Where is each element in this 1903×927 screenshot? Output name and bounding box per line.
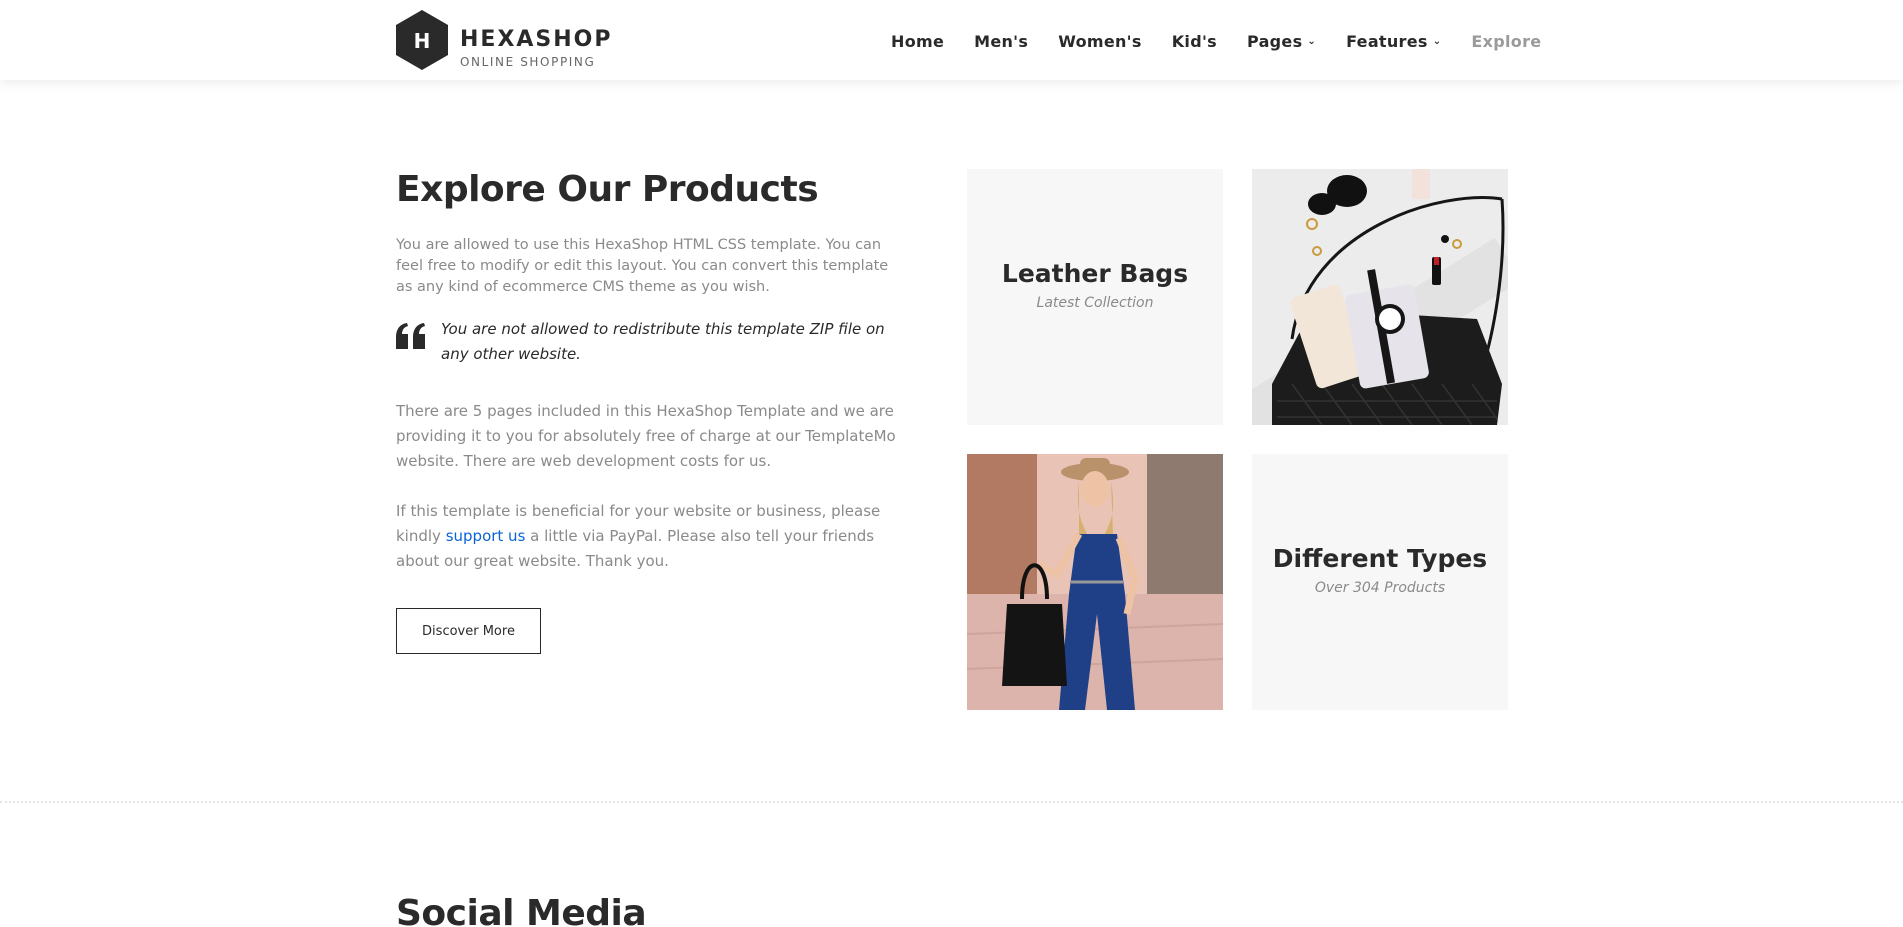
nav-features-label: Features	[1346, 31, 1428, 51]
social-media-title: Social Media	[396, 893, 647, 927]
nav-pages[interactable]: Pages ⌄	[1247, 32, 1316, 51]
nav-womens[interactable]: Women's	[1058, 32, 1142, 51]
bag-flatlay-image	[1252, 169, 1508, 425]
nav-kids[interactable]: Kid's	[1172, 32, 1217, 51]
quote-icon	[396, 323, 426, 351]
site-logo[interactable]: H HEXASHOP ONLINE SHOPPING	[396, 10, 611, 70]
leather-bags-tile[interactable]: Leather Bags Latest Collection	[967, 169, 1223, 425]
nav-home[interactable]: Home	[891, 32, 944, 51]
nav-home-label: Home	[891, 31, 945, 51]
nav-explore-label: Explore	[1471, 31, 1542, 51]
chevron-down-icon: ⌄	[1432, 35, 1442, 47]
explore-section: Explore Our Products You are allowed to …	[396, 165, 896, 654]
section-divider	[0, 801, 1903, 803]
chevron-down-icon: ⌄	[1307, 35, 1317, 47]
different-types-title: Different Types	[1272, 544, 1488, 573]
intro-paragraph: You are allowed to use this HexaShop HTM…	[396, 237, 889, 295]
nav-mens[interactable]: Men's	[974, 32, 1028, 51]
logo-name: HEXASHOP	[460, 27, 613, 52]
hexagon-logo-icon: H	[396, 10, 448, 70]
nav-womens-label: Women's	[1058, 31, 1142, 51]
page-title: Explore Our Products	[396, 169, 819, 210]
logo-letter: H	[414, 29, 431, 53]
different-types-subtitle: Over 304 Products	[1314, 580, 1446, 596]
site-header: H HEXASHOP ONLINE SHOPPING Home Men's Wo…	[0, 0, 1903, 80]
main-nav: Home Men's Women's Kid's Pages ⌄ Features…	[891, 29, 1541, 53]
support-paragraph: If this template is beneficial for your …	[396, 499, 896, 574]
different-types-tile[interactable]: Different Types Over 304 Products	[1252, 454, 1508, 710]
logo-tagline: ONLINE SHOPPING	[460, 55, 596, 69]
pages-paragraph: There are 5 pages included in this HexaS…	[396, 402, 896, 470]
nav-kids-label: Kid's	[1171, 31, 1217, 51]
leather-bags-subtitle: Latest Collection	[1036, 295, 1154, 311]
leather-bags-title: Leather Bags	[1001, 259, 1189, 288]
nav-explore[interactable]: Explore	[1471, 32, 1541, 51]
support-us-link[interactable]: support us	[446, 527, 526, 545]
nav-features[interactable]: Features ⌄	[1346, 32, 1441, 51]
discover-more-button[interactable]: Discover More	[396, 608, 541, 654]
nav-mens-label: Men's	[974, 31, 1029, 51]
woman-with-bag-image	[967, 454, 1223, 710]
nav-pages-label: Pages	[1246, 31, 1303, 51]
quote-text: You are not allowed to redistribute this…	[441, 320, 885, 363]
